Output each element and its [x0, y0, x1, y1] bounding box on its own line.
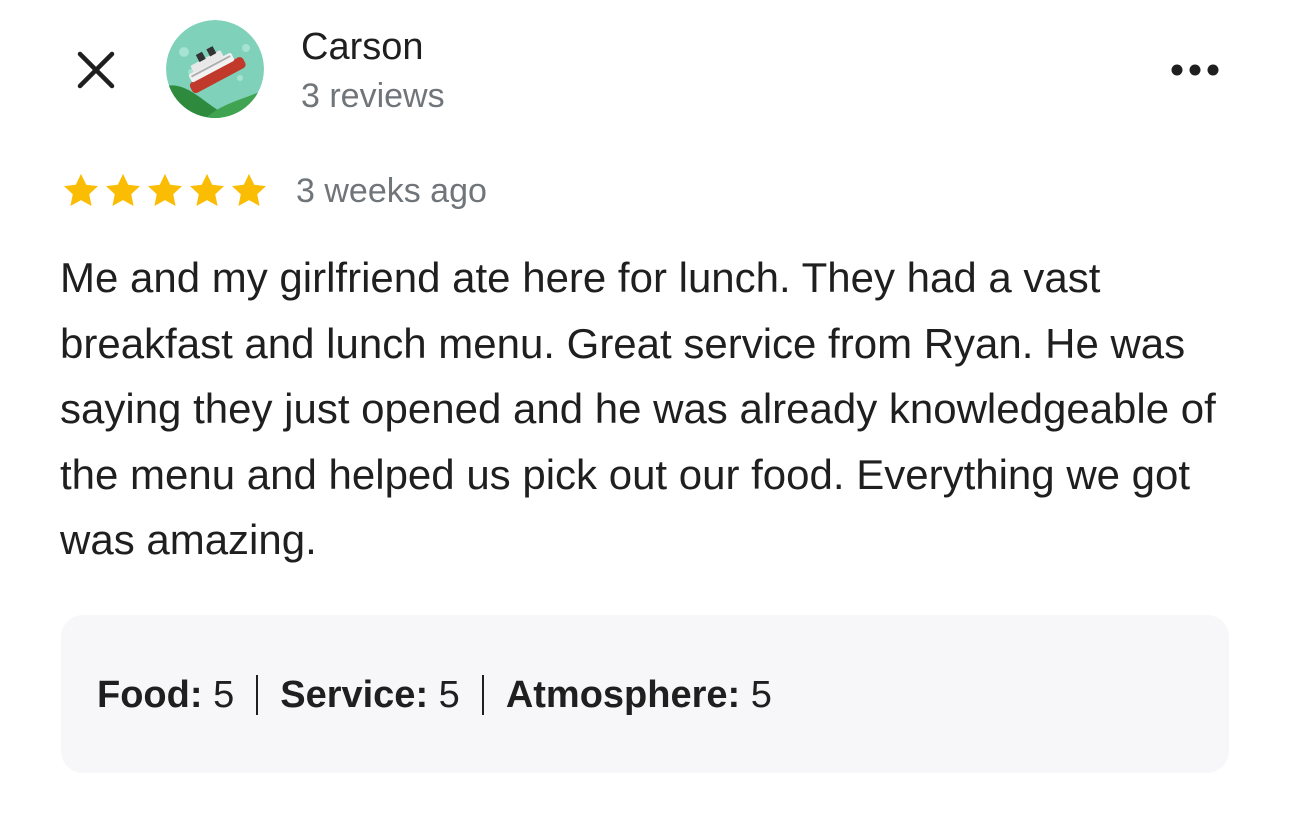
rating-divider — [481, 675, 484, 715]
star-icon — [190, 173, 224, 206]
author-name[interactable]: Carson — [301, 24, 424, 70]
service-rating-value: 5 — [438, 674, 460, 716]
star-icon — [106, 173, 140, 206]
rating-divider — [256, 675, 259, 715]
avatar[interactable] — [166, 20, 264, 118]
more-horizontal-icon — [1171, 64, 1219, 76]
review-text: Me and my girlfriend ate here for lunch.… — [60, 254, 1216, 563]
close-button[interactable] — [68, 42, 124, 98]
attribute-ratings-box: Food: 5 Service: 5 Atmosphere: 5 — [61, 615, 1229, 773]
review-time: 3 weeks ago — [296, 172, 487, 210]
star-icon — [64, 173, 98, 206]
author-reviews-count: 3 reviews — [301, 77, 445, 115]
star-icon — [232, 173, 266, 206]
attribute-ratings: Food: 5 Service: 5 Atmosphere: 5 — [97, 672, 772, 718]
close-icon — [77, 51, 115, 89]
star-rating — [60, 170, 270, 212]
food-rating-label: Food: — [97, 674, 203, 716]
star-icon — [148, 173, 182, 206]
food-rating-value: 5 — [213, 674, 235, 716]
atmosphere-rating-label: Atmosphere: — [505, 674, 741, 716]
service-rating-label: Service: — [280, 674, 429, 716]
more-options-button[interactable] — [1160, 50, 1230, 90]
atmosphere-rating-value: 5 — [750, 674, 772, 716]
cruise-ship-avatar-icon — [166, 20, 264, 118]
